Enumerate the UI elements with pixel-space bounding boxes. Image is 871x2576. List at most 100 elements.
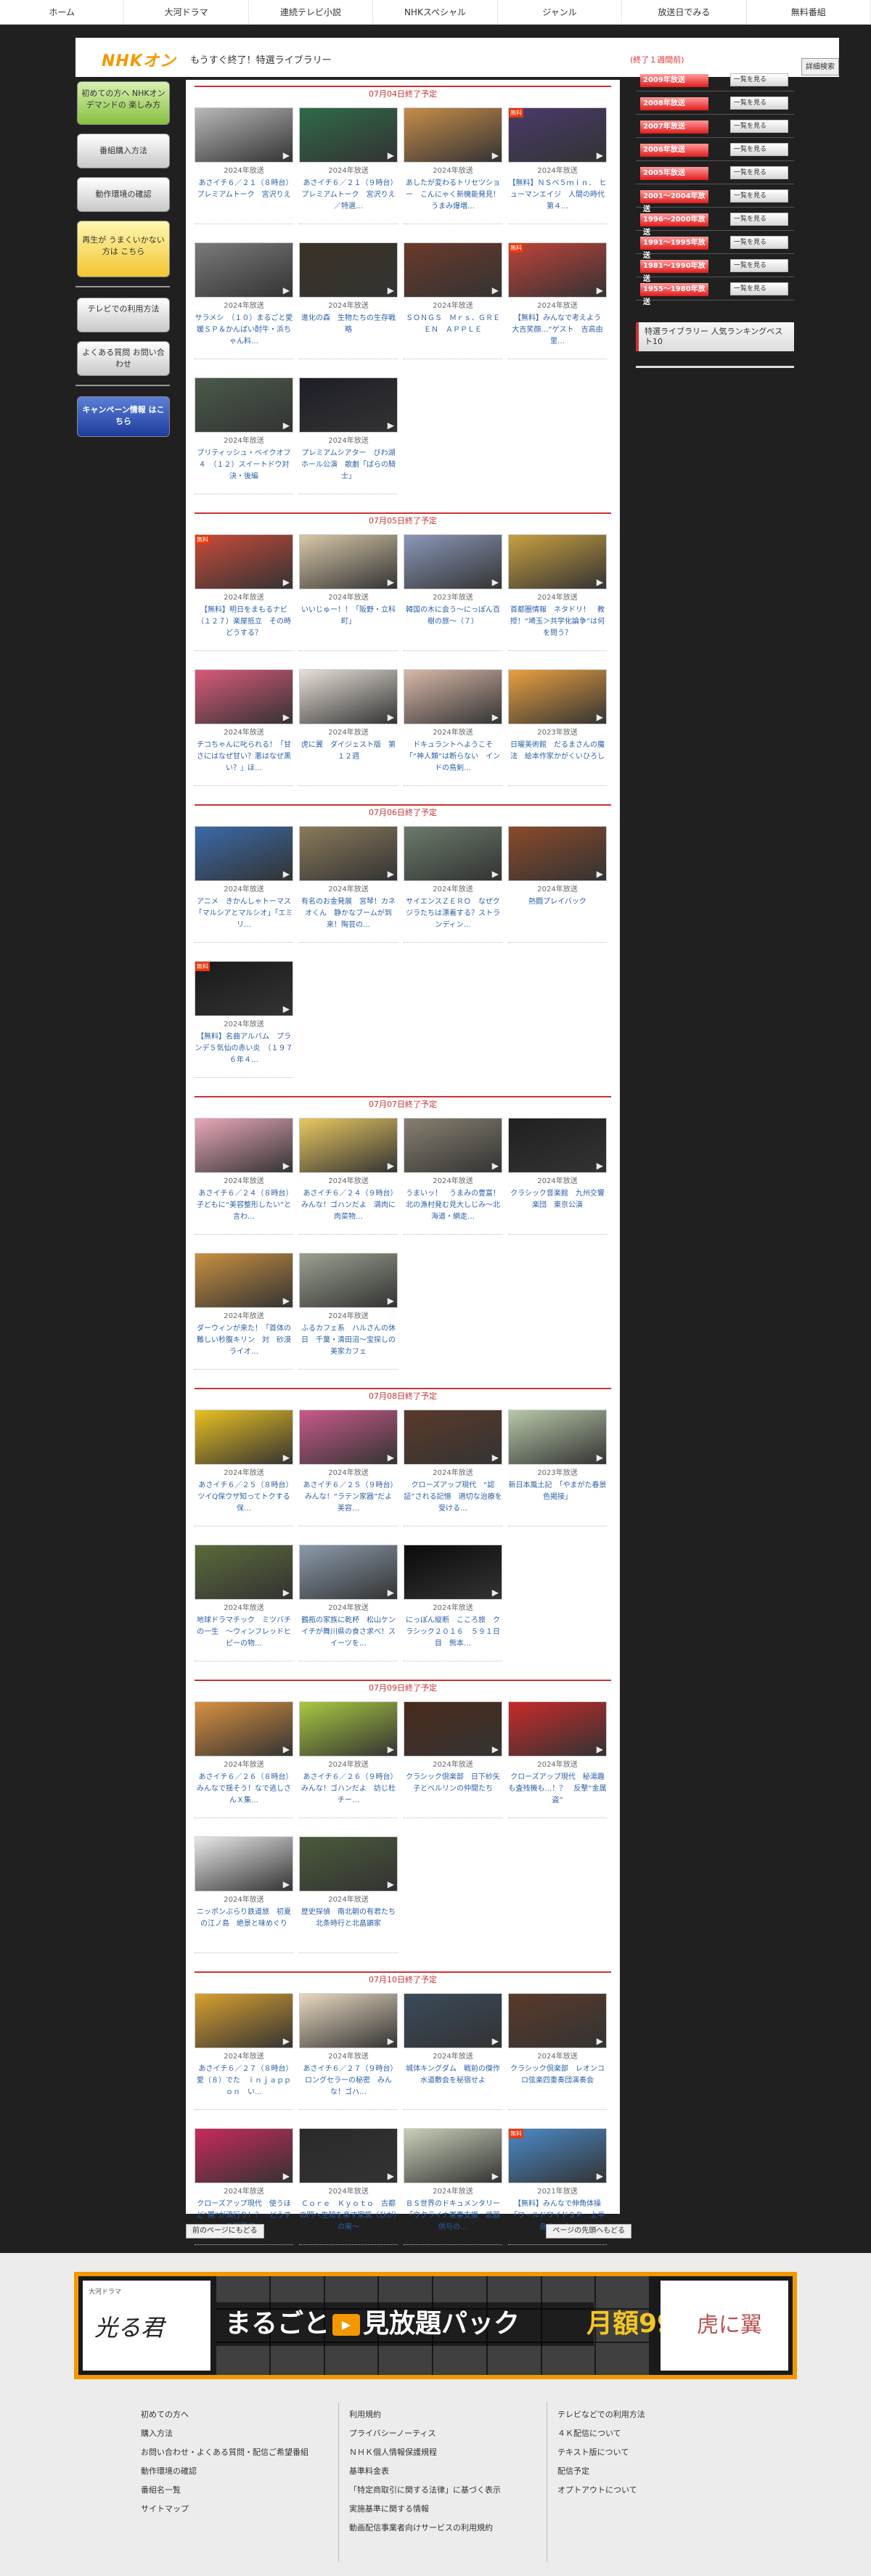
program-title-link[interactable]: プレミアムシアター びわ湖ホール公演 歌劇「ばらの騎士」 <box>299 448 398 494</box>
prev-page-link[interactable]: 前のページにもどる <box>186 2224 264 2238</box>
program-title-link[interactable]: 韓国の木に会う〜にっぽん百樹の旅〜（７） <box>404 605 502 651</box>
sidebar-button-1[interactable]: 番組購入方法 <box>77 134 170 168</box>
program-card[interactable]: ▶ 2024年放送 あさイチ６／２７（８時台） 愛（８）でた ｉｎｊａｐｐｏｎ い… <box>195 1993 293 2122</box>
program-thumbnail[interactable]: ▶ <box>508 1118 607 1173</box>
nav-item-6[interactable]: 無料番組 <box>747 0 871 25</box>
program-title-link[interactable]: 首都圏情報 ネタドリ！ 教授！“埼玉＞共学化論争”は何を問う？ <box>508 605 607 651</box>
program-thumbnail[interactable]: ▶ <box>299 1410 398 1465</box>
program-thumbnail[interactable]: 無料 ▶ <box>508 2128 607 2183</box>
program-title-link[interactable]: あさイチ６／２７（８時台） 愛（８）でた ｉｎｊａｐｐｏｎ い… <box>195 2064 293 2110</box>
campaign-banner[interactable]: 大河ドラマ 光る君 まるごと ▶ 見放題パック 月額990円 虎に翼 <box>74 2272 797 2379</box>
program-card[interactable]: ▶ 2024年放送 クラシック音楽館 九州交響楽団 東京公演 <box>508 1118 607 1247</box>
program-title-link[interactable]: 鶴瓶の家族に乾杯 松山ケンイチが舞川県の食さ求べ！スイーツを… <box>299 1615 398 1661</box>
footer-link[interactable]: 実施基準に関する情報 <box>349 2500 536 2519</box>
sidebar-button-0[interactable]: 初めての方へ NHKオンデマンドの 楽しみ方 <box>77 81 170 125</box>
program-title-link[interactable]: 熱闘プレイバック <box>508 896 607 943</box>
program-card[interactable]: ▶ 2024年放送 クローズアップ現代 秘湯趣も査残機も…！？ 反撃“金属盗” <box>508 1701 607 1831</box>
program-card[interactable]: ▶ 2024年放送 あさイチ６／２１（９時台） プレミアムトーク 宮沢りえ／特選… <box>299 107 398 237</box>
nhk-logo[interactable]: NHKオン <box>102 48 176 71</box>
program-thumbnail[interactable]: ▶ <box>299 826 398 881</box>
program-card[interactable]: 無料 ▶ 2024年放送 【無料】みんなで考えよう 大吉笑顔…“ゲスト 吉高由里… <box>508 242 607 372</box>
page-top-link[interactable]: ページの先頭へもどる <box>546 2224 631 2238</box>
program-card[interactable]: ▶ 2024年放送 うまいッ！ うまみの豊富！北の漁村発む見大しじみ〜北海道・網走… <box>404 1118 502 1247</box>
program-thumbnail[interactable]: ▶ <box>299 1993 398 2048</box>
footer-link[interactable]: ＮＨＫ個人情報保護規程 <box>349 2443 536 2462</box>
program-thumbnail[interactable]: ▶ <box>508 1993 607 2048</box>
footer-link[interactable]: 動作環境の確認 <box>141 2462 328 2481</box>
program-thumbnail[interactable]: ▶ <box>404 669 502 724</box>
footer-link[interactable]: 「特定商取引に関する法律」に基づく表示 <box>349 2481 536 2500</box>
program-title-link[interactable]: 【無料】みんなで考えよう 大吉笑顔…“ゲスト 吉高由里… <box>508 313 607 359</box>
program-card[interactable]: ▶ 2024年放送 サラメシ （１０）まるごと愛媛ＳＰ＆かんぱい酎牛・浜ちゃん料… <box>195 242 293 372</box>
program-thumbnail[interactable]: ▶ <box>404 1545 502 1600</box>
program-thumbnail[interactable]: 無料 ▶ <box>508 107 607 163</box>
program-title-link[interactable]: クラシック倶楽部 レオンコロ弦楽四重奏団演奏会 <box>508 2064 607 2110</box>
year-list-button[interactable]: 一覧を見る <box>730 189 788 203</box>
program-title-link[interactable]: 日曜美術館 だるまさんの魔法 絵本作家かがくいひろし <box>508 740 607 786</box>
program-thumbnail[interactable]: ▶ <box>299 1118 398 1173</box>
year-list-button[interactable]: 一覧を見る <box>730 143 788 156</box>
footer-link[interactable]: 基準料金表 <box>349 2462 536 2481</box>
program-card[interactable]: ▶ 2024年放送 クラシック倶楽部 レオンコロ弦楽四重奏団演奏会 <box>508 1993 607 2122</box>
program-card[interactable]: ▶ 2024年放送 あさイチ６／２６（９時台） みんな！ゴハンだよ 訪じ杜チー… <box>299 1701 398 1831</box>
footer-link[interactable]: ４Ｋ配信について <box>557 2424 745 2443</box>
program-title-link[interactable]: ニッポンぶらり鉄道旅 初夏の江ノ島 絶景と味めぐり <box>195 1907 293 1953</box>
footer-link[interactable]: 配信予定 <box>557 2462 745 2481</box>
program-title-link[interactable]: いいじゅー！！「阪野・立科町」 <box>299 605 398 651</box>
program-card[interactable]: ▶ 2024年放送 アニメ きかんしゃトーマス 「マルシアとマルシオ」「エミリ… <box>195 826 293 955</box>
program-thumbnail[interactable]: ▶ <box>195 669 293 724</box>
program-title-link[interactable]: 進化の森 生物たちの生存戦略 <box>299 313 398 359</box>
program-card[interactable]: ▶ 2024年放送 プレミアムシアター びわ湖ホール公演 歌劇「ばらの騎士」 <box>299 377 398 507</box>
program-thumbnail[interactable]: ▶ <box>508 1410 607 1465</box>
program-thumbnail[interactable]: ▶ <box>195 1410 293 1465</box>
footer-link[interactable]: 番組名一覧 <box>141 2481 328 2500</box>
program-thumbnail[interactable]: ▶ <box>195 242 293 298</box>
year-list-button[interactable]: 一覧を見る <box>730 166 788 179</box>
footer-link[interactable]: 初めての方へ <box>141 2405 328 2424</box>
program-card[interactable]: 無料 ▶ 2024年放送 【無料】名曲アルバム プランデ５気仙の赤い炎 （１９７６年４… <box>195 961 293 1090</box>
program-card[interactable]: ▶ 2024年放送 あさイチ６／２４（８時台） 子どもに“美容整形したい”と言わ… <box>195 1118 293 1247</box>
program-card[interactable]: ▶ 2023年放送 韓国の木に会う〜にっぽん百樹の旅〜（７） <box>404 534 502 663</box>
program-thumbnail[interactable]: ▶ <box>195 1836 293 1892</box>
footer-link[interactable]: テレビなどでの利用方法 <box>557 2405 745 2424</box>
program-title-link[interactable]: あさイチ６／２１（９時台） プレミアムトーク 宮沢りえ／特選… <box>299 178 398 224</box>
sidebar-button-5[interactable]: よくある質問 お問い合わせ <box>77 341 170 376</box>
ranking-link[interactable]: 特選ライブラリー 人気ランキングベスト10 <box>636 322 794 351</box>
program-title-link[interactable]: あさイチ６／２６（８時台） みんなで揺そう！なで逃しさんＸ集… <box>195 1772 293 1818</box>
sidebar-button-3[interactable]: 再生が うまくいかない方は こちら <box>77 221 170 277</box>
program-card[interactable]: ▶ 2024年放送 城体キングダム 戦前の傑作 水道敷会を秘宿せよ <box>404 1993 502 2122</box>
program-card[interactable]: ▶ 2024年放送 虎に翼 ダイジェスト版 第１２週 <box>299 669 398 798</box>
year-list-button[interactable]: 一覧を見る <box>730 259 788 272</box>
program-thumbnail[interactable]: ▶ <box>404 2128 502 2183</box>
year-list-button[interactable]: 一覧を見る <box>730 120 788 133</box>
nav-item-2[interactable]: 連続テレビ小説 <box>249 0 374 25</box>
nav-item-0[interactable]: ホーム <box>0 0 125 25</box>
sidebar-button-4[interactable]: テレビでの利用方法 <box>77 298 170 332</box>
program-title-link[interactable]: アニメ きかんしゃトーマス 「マルシアとマルシオ」「エミリ… <box>195 896 293 943</box>
program-card[interactable]: ▶ 2024年放送 歴史探偵 南北朝の有君たち 北条時行と北畠顕家 <box>299 1836 398 1966</box>
program-thumbnail[interactable]: ▶ <box>195 107 293 163</box>
nav-item-3[interactable]: NHKスペシャル <box>373 0 498 25</box>
program-title-link[interactable]: 虎に翼 ダイジェスト版 第１２週 <box>299 740 398 786</box>
program-card[interactable]: ▶ 2023年放送 日曜美術館 だるまさんの魔法 絵本作家かがくいひろし <box>508 669 607 798</box>
program-card[interactable]: ▶ 2024年放送 ブリティッシュ・ベイクオフ４ （１２）スイートドウ対決・後編 <box>195 377 293 507</box>
program-thumbnail[interactable]: 無料 ▶ <box>195 534 293 589</box>
program-title-link[interactable]: 【無料】明日をまもるナビ （１２７）楽屋抵立 その時どうする？ <box>195 605 293 651</box>
program-thumbnail[interactable]: ▶ <box>299 377 398 433</box>
program-card[interactable]: ▶ 2024年放送 にっぽん縦断 こころ旅 クラシック２０１６ ５９１日目 熊本… <box>404 1545 502 1674</box>
program-card[interactable]: ▶ 2024年放送 クラシック倶楽部 日下紗矢子とベルリンの仲間たち <box>404 1701 502 1831</box>
program-card[interactable]: ▶ 2024年放送 あさイチ６／２５（９時台） みんな！“ラテン家器”だよ 美容… <box>299 1410 398 1539</box>
program-title-link[interactable]: サラメシ （１０）まるごと愛媛ＳＰ＆かんぱい酎牛・浜ちゃん料… <box>195 313 293 359</box>
program-thumbnail[interactable]: ▶ <box>195 1701 293 1757</box>
program-thumbnail[interactable]: ▶ <box>404 242 502 298</box>
program-thumbnail[interactable]: ▶ <box>299 107 398 163</box>
program-card[interactable]: ▶ 2024年放送 あさイチ６／２４（９時台） みんな！ゴハンだよ 満肉に肉菜物… <box>299 1118 398 1247</box>
program-title-link[interactable]: クラシック倶楽部 日下紗矢子とベルリンの仲間たち <box>404 1772 502 1818</box>
program-card[interactable]: ▶ 2024年放送 チコちゃんに叱られる！「甘さにはなぜ甘い？悪はなぜ黒い？」ほ… <box>195 669 293 798</box>
program-thumbnail[interactable]: ▶ <box>299 669 398 724</box>
footer-link[interactable]: テキスト版について <box>557 2443 745 2462</box>
program-thumbnail[interactable]: 無料 ▶ <box>195 961 293 1016</box>
program-thumbnail[interactable]: ▶ <box>195 1545 293 1600</box>
program-thumbnail[interactable]: ▶ <box>404 1701 502 1757</box>
year-list-button[interactable]: 一覧を見る <box>730 282 788 295</box>
